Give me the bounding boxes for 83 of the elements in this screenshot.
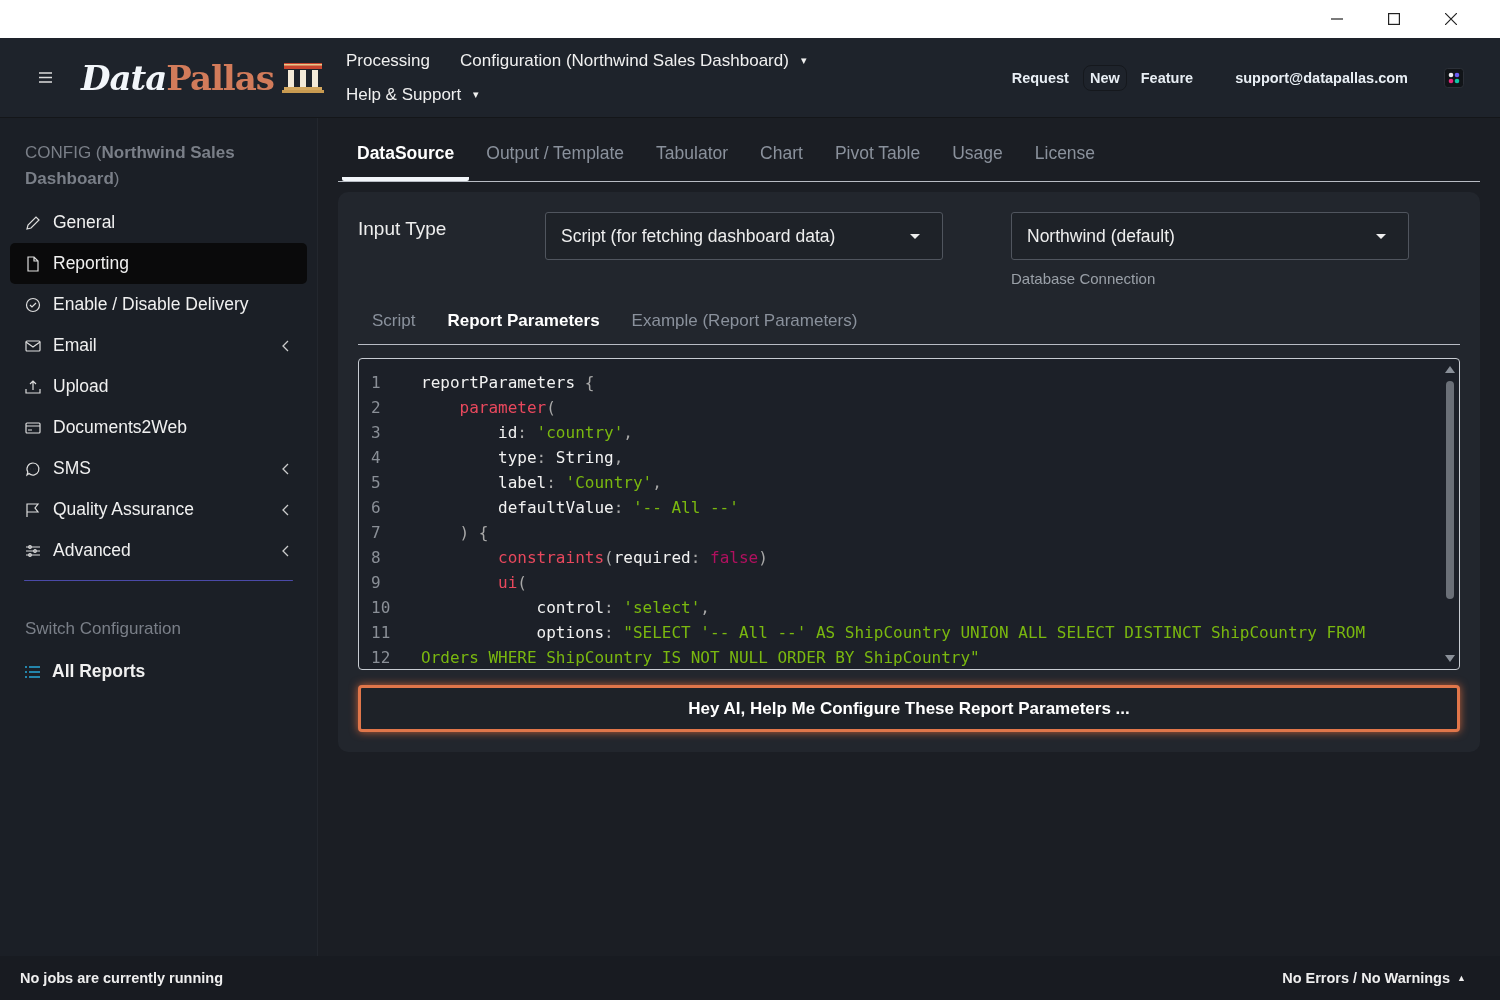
menu-icon[interactable] bbox=[39, 72, 52, 83]
code-line: label: 'Country', bbox=[497, 473, 662, 492]
line-number: 5 bbox=[370, 473, 382, 492]
line-number: 9 bbox=[370, 573, 382, 592]
sidebar-item[interactable]: Documents2Web bbox=[10, 407, 307, 448]
columns-icon bbox=[281, 62, 324, 93]
code-line: reportParameters { bbox=[421, 373, 595, 392]
pencil-icon bbox=[25, 214, 41, 231]
tab[interactable]: Report Parameters bbox=[435, 303, 612, 344]
caret-icon bbox=[910, 233, 920, 239]
code-line: defaultValue: '-- All --' bbox=[497, 498, 739, 517]
code-line: constraints(required: false) bbox=[497, 548, 768, 567]
config-title: CONFIG (Northwind Sales Dashboard) bbox=[24, 142, 236, 190]
menu-item[interactable]: Configuration (Northwind Sales Dashboard) $^{▾}$ bbox=[460, 50, 807, 71]
sidebar-item[interactable]: Upload bbox=[10, 366, 307, 407]
sidebar-item[interactable]: Reporting bbox=[10, 243, 307, 284]
header-link[interactable]: New bbox=[1082, 64, 1127, 91]
caret-icon bbox=[1376, 233, 1386, 239]
field-caption: Database Connection bbox=[1011, 270, 1157, 287]
code-line: ui( bbox=[497, 573, 527, 592]
chevron-icon bbox=[282, 339, 289, 352]
sidebar-item[interactable]: Advanced bbox=[10, 530, 307, 571]
sidebar-item[interactable]: General bbox=[10, 202, 307, 243]
sidebar-item[interactable]: Quality Assurance bbox=[10, 489, 307, 530]
list-icon bbox=[25, 665, 40, 678]
line-number: 2 bbox=[370, 398, 382, 417]
sidebar-item[interactable]: All Reports bbox=[10, 651, 307, 692]
code-editor[interactable] bbox=[358, 358, 1460, 670]
menu-item[interactable]: Help & Support $^{▾}$ bbox=[345, 84, 480, 105]
tab[interactable]: License bbox=[1019, 135, 1111, 181]
code-line: parameter( bbox=[458, 398, 556, 417]
sidebar-item[interactable]: Enable / Disable Delivery bbox=[10, 284, 307, 325]
code-line: options: "SELECT '-- All --' AS ShipCountry UNION ALL SELECT DISTINCT ShipCountry FROM bbox=[535, 623, 1366, 642]
tab[interactable]: Chart bbox=[745, 135, 818, 181]
chevron-icon bbox=[282, 503, 289, 516]
card-icon bbox=[25, 419, 41, 436]
tab[interactable]: Pivot Table bbox=[819, 135, 936, 181]
flag-icon bbox=[25, 501, 41, 518]
line-number: 3 bbox=[370, 423, 382, 442]
input-type-select[interactable]: Script (for fetching dashboard data) bbox=[545, 212, 943, 260]
tab[interactable]: Output / Template bbox=[471, 135, 640, 181]
status-text: No jobs are currently running bbox=[20, 970, 224, 986]
tab[interactable]: Usage bbox=[937, 135, 1018, 181]
check-icon bbox=[25, 296, 41, 313]
maximize-icon[interactable] bbox=[1388, 13, 1400, 25]
line-number: 4 bbox=[370, 448, 382, 467]
line-number: 8 bbox=[370, 548, 382, 567]
tab[interactable]: DataSource bbox=[342, 135, 470, 181]
status-text[interactable]: No Errors / No Warnings $^{▲}$ bbox=[1282, 970, 1466, 986]
line-number: 11 bbox=[370, 623, 392, 642]
line-number: 1 bbox=[370, 373, 382, 392]
tab[interactable]: Example (Report Parameters) bbox=[619, 303, 870, 344]
code-line: type: String, bbox=[497, 448, 624, 467]
line-number: 6 bbox=[370, 498, 382, 517]
field-label: Input Type bbox=[358, 217, 448, 240]
close-icon[interactable] bbox=[1445, 13, 1457, 25]
upload-icon bbox=[25, 378, 41, 395]
sidebar-item[interactable]: Email bbox=[10, 325, 307, 366]
code-line: id: 'country', bbox=[497, 423, 633, 442]
apps-icon[interactable] bbox=[1444, 67, 1464, 88]
file-icon bbox=[25, 255, 41, 272]
sidebar-item[interactable]: SMS bbox=[10, 448, 307, 489]
chevron-icon bbox=[282, 462, 289, 475]
header-link[interactable]: Request bbox=[1005, 65, 1075, 90]
chevron-icon bbox=[282, 544, 289, 557]
email-link[interactable]: support@datapallas.com bbox=[1229, 65, 1414, 90]
menu-item[interactable]: Processing bbox=[345, 50, 431, 71]
header-link[interactable]: Feature bbox=[1134, 65, 1200, 90]
line-number: 12 bbox=[370, 648, 392, 667]
ai-help-button[interactable]: Hey AI, Help Me Configure These Report Parameters ... bbox=[358, 685, 1460, 732]
line-number: 10 bbox=[370, 598, 392, 617]
code-line: Orders WHERE ShipCountry IS NOT NULL ORDER BY ShipCountry" bbox=[421, 648, 980, 667]
code-line: ) { bbox=[458, 523, 489, 542]
sliders-icon bbox=[25, 542, 41, 559]
tab[interactable]: Tabulator bbox=[641, 135, 744, 181]
tab[interactable]: Script bbox=[360, 303, 428, 344]
section-heading: Switch Configuration bbox=[24, 618, 182, 640]
chat-icon bbox=[25, 460, 41, 477]
mail-icon bbox=[25, 337, 41, 354]
logo-text: DataPallas bbox=[81, 57, 274, 98]
code-line: control: 'select', bbox=[535, 598, 710, 617]
line-number: 7 bbox=[370, 523, 382, 542]
connection-select[interactable]: Northwind (default) bbox=[1011, 212, 1409, 260]
